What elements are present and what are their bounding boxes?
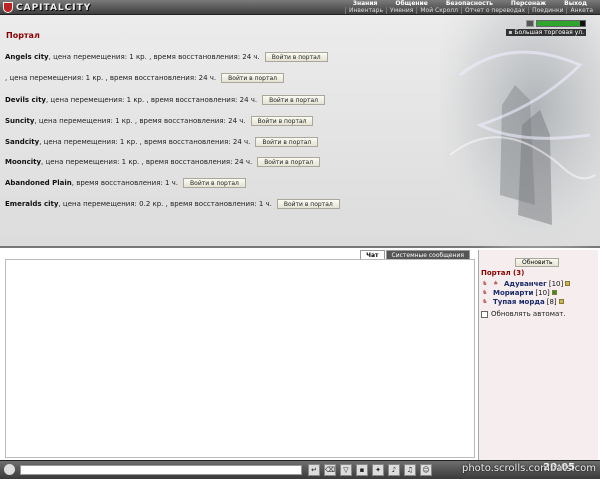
enter-portal-button[interactable]: Войти в портал: [250, 115, 314, 126]
enter-portal-button[interactable]: Войти в портал: [221, 72, 284, 83]
chat-input[interactable]: [20, 465, 302, 475]
enter-portal-button[interactable]: Войти в портал: [276, 198, 340, 209]
city-name: Suncity: [5, 116, 35, 125]
info-icon[interactable]: [551, 290, 557, 295]
nav-fights[interactable]: Поединки: [528, 7, 566, 14]
clan-icon: ♞: [482, 289, 488, 296]
nav-character[interactable]: Персонаж: [502, 0, 555, 7]
city-row: Devils city , цена перемещения: 1 кр. , …: [5, 94, 325, 105]
top-nav: Знания Общение Безопасность Персонаж Вых…: [344, 0, 596, 7]
city-row: Suncity , цена перемещения: 1 кр. , врем…: [5, 115, 314, 126]
player-entry[interactable]: ♞ ♠ Адуванчег [10]: [482, 279, 571, 288]
top-bar: CAPITALCITY Знания Общение Безопасность …: [0, 0, 600, 15]
clan-icon: ♞: [482, 280, 488, 287]
players-sidebar: Обновить Портал (3) ♞ ♠ Адуванчег [10] ♞ …: [478, 250, 598, 460]
chat-area[interactable]: [5, 259, 475, 458]
background-art: [440, 15, 600, 248]
save-icon[interactable]: ▪: [356, 464, 368, 476]
autorefresh-checkbox[interactable]: [481, 310, 488, 318]
player-name[interactable]: Мориарти: [493, 289, 533, 297]
city-row: Angels city , цена перемещения: 1 кр. , …: [5, 51, 328, 62]
city-name: Angels city: [5, 52, 49, 61]
nav-communication[interactable]: Общение: [386, 0, 436, 7]
autorefresh-toggle[interactable]: Обновлять автомат.: [481, 310, 566, 318]
city-row: Abandoned Plain , время восстановления: …: [5, 177, 246, 188]
tab-system-messages[interactable]: Системные сообщения: [385, 250, 470, 259]
main-panel: Большая торговая ул. Портал Angels city …: [0, 15, 600, 248]
city-info: , цена перемещения: 1 кр. , время восста…: [34, 116, 246, 125]
nav-inventory[interactable]: Инвентарь: [344, 7, 386, 14]
city-name: Emeralds city: [5, 199, 59, 208]
nav-skills[interactable]: Умения: [386, 7, 416, 14]
enter-portal-button[interactable]: Войти в портал: [183, 177, 246, 188]
player-name[interactable]: Тупая морда: [493, 298, 545, 306]
city-row: Emeralds city , цена перемещения: 0.2 кр…: [5, 198, 340, 209]
city-name: Abandoned Plain: [5, 178, 72, 187]
watermark: photo.scrolls.combats.com: [461, 463, 596, 474]
city-info: , цена перемещения: 1 кр. , время восста…: [45, 95, 258, 104]
nav-exit[interactable]: Выход: [555, 0, 596, 7]
city-info: , время восстановления: 1 ч.: [71, 178, 179, 187]
app-title: CAPITALCITY: [16, 2, 92, 13]
player-entry[interactable]: ♞ Мориарти [10]: [482, 288, 557, 297]
music-icon[interactable]: ♪: [388, 464, 400, 476]
enter-portal-button[interactable]: Войти в портал: [255, 136, 319, 147]
nav-transfer-report[interactable]: Отчет о переводах: [460, 7, 528, 14]
info-icon[interactable]: [565, 281, 571, 286]
info-icon[interactable]: [558, 299, 564, 304]
player-name[interactable]: Адуванчег: [504, 280, 547, 288]
bottom-toolbar: ↵ ⌫ ▽ ▪ ✦ ♪ ♫ ☺ 20:05 photo.scrolls.comb…: [0, 460, 600, 479]
refresh-button[interactable]: Обновить: [515, 258, 560, 267]
city-name: Sandcity: [5, 137, 40, 146]
health-bar: [536, 20, 586, 27]
city-info: , цена перемещения: 1 кр. , время восста…: [5, 73, 217, 82]
nav-my-scroll[interactable]: Мой Скролл: [416, 7, 461, 14]
location-label[interactable]: Большая торговая ул.: [506, 29, 586, 36]
city-info: , цена перемещения: 1 кр. , время восста…: [39, 137, 251, 146]
city-name: Mooncity: [5, 157, 42, 166]
city-row: Mooncity , цена перемещения: 1 кр. , вре…: [5, 156, 321, 167]
nav-knowledge[interactable]: Знания: [344, 0, 387, 7]
city-row: Sandcity , цена перемещения: 1 кр. , вре…: [5, 136, 319, 147]
smiley-icon[interactable]: [4, 464, 15, 475]
city-info: , цена перемещения: 1 кр. , время восста…: [41, 157, 253, 166]
sound-icon[interactable]: ♫: [404, 464, 416, 476]
health-icon: [526, 20, 534, 27]
clear-icon[interactable]: ⌫: [324, 464, 336, 476]
autorefresh-label: Обновлять автомат.: [491, 310, 566, 318]
align-icon: ♠: [493, 280, 499, 287]
walk-icon[interactable]: ✦: [372, 464, 384, 476]
city-info: , цена перемещения: 1 кр. , время восста…: [48, 52, 260, 61]
nav-security[interactable]: Безопасность: [437, 0, 502, 7]
logo: CAPITALCITY: [3, 1, 91, 14]
player-level: [8]: [546, 297, 557, 306]
tab-chat[interactable]: Чат: [360, 250, 385, 259]
filter-icon[interactable]: ▽: [340, 464, 352, 476]
city-info: , цена перемещения: 0.2 кр. , время восс…: [58, 199, 272, 208]
enter-portal-button[interactable]: Войти в портал: [262, 94, 325, 105]
nav-profile[interactable]: Анкета: [566, 7, 596, 14]
emoticon-icon[interactable]: ☺: [420, 464, 432, 476]
player-entry[interactable]: ♞ Тупая морда [8]: [482, 297, 564, 306]
enter-portal-button[interactable]: Войти в портал: [264, 51, 328, 62]
clan-icon: ♞: [482, 298, 488, 305]
player-level: [10]: [548, 279, 564, 288]
health-bar-fill: [537, 21, 581, 26]
send-icon[interactable]: ↵: [308, 464, 320, 476]
shield-icon: [3, 2, 13, 13]
city-name: Devils city: [5, 95, 46, 104]
chat-tabs: Чат Системные сообщения: [360, 250, 470, 259]
page-title: Портал: [6, 31, 40, 40]
room-title: Портал (3): [481, 269, 525, 277]
player-level: [10]: [535, 288, 550, 297]
enter-portal-button[interactable]: Войти в портал: [257, 156, 321, 167]
sub-nav: Инвентарь Умения Мой Скролл Отчет о пере…: [344, 7, 596, 14]
city-row: , цена перемещения: 1 кр. , время восста…: [5, 72, 284, 83]
